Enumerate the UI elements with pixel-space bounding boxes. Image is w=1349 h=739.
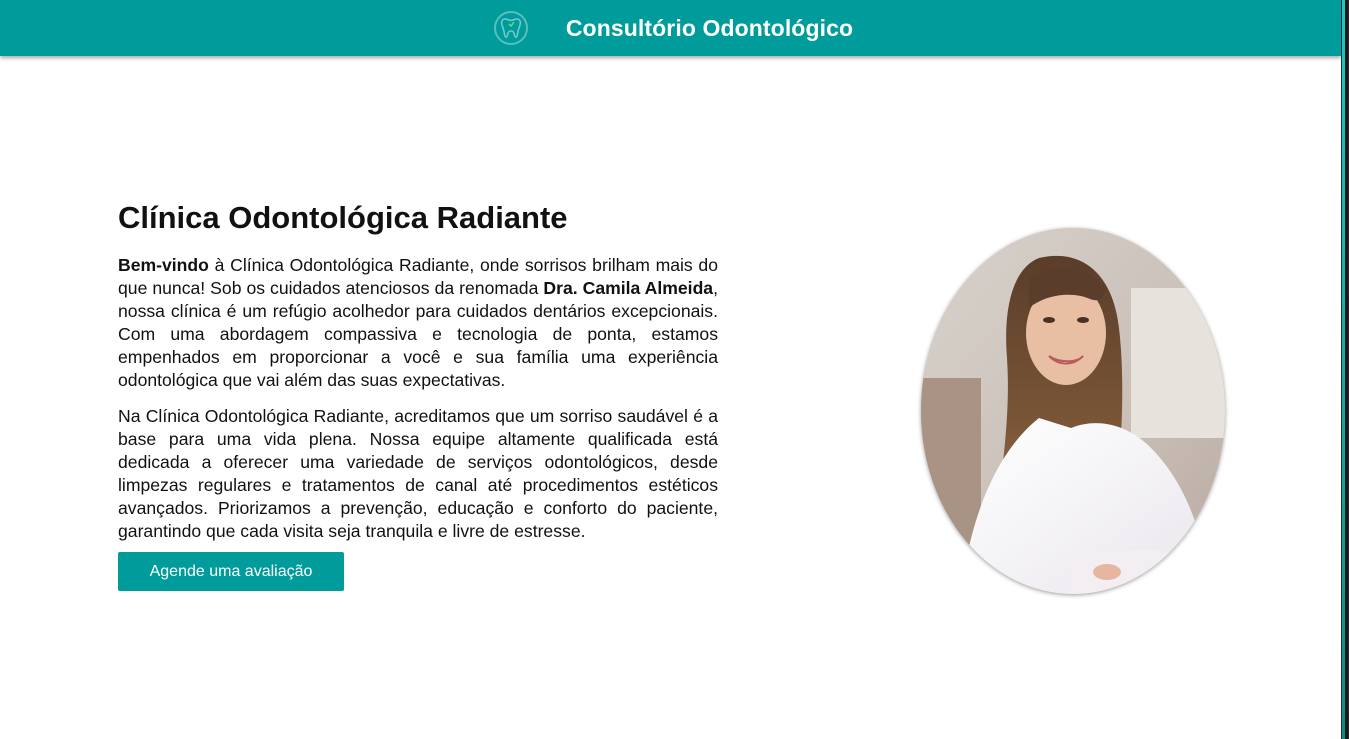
page-title: Clínica Odontológica Radiante: [118, 200, 568, 235]
tooth-icon: [493, 11, 528, 45]
welcome-lead: Bem-vindo: [118, 255, 209, 275]
page-scrollbar[interactable]: [1341, 0, 1349, 739]
site-title[interactable]: Consultório Odontológico: [566, 15, 853, 42]
schedule-evaluation-button[interactable]: Agende uma avaliação: [118, 552, 344, 591]
doctor-portrait: [921, 228, 1225, 594]
doctor-portrait-image: [921, 228, 1225, 594]
brand[interactable]: Consultório Odontológico: [493, 11, 853, 45]
about-paragraph: Na Clínica Odontológica Radiante, acredi…: [118, 406, 718, 541]
doctor-name: Dra. Camila Almeida: [543, 278, 714, 298]
scrollbar-accent: [1342, 0, 1345, 739]
intro-paragraph: Bem-vindo à Clínica Odontológica Radiant…: [118, 254, 718, 392]
top-navbar: Consultório Odontológico: [0, 0, 1341, 56]
main-content: Clínica Odontológica Radiante Bem-vindo …: [118, 200, 718, 591]
